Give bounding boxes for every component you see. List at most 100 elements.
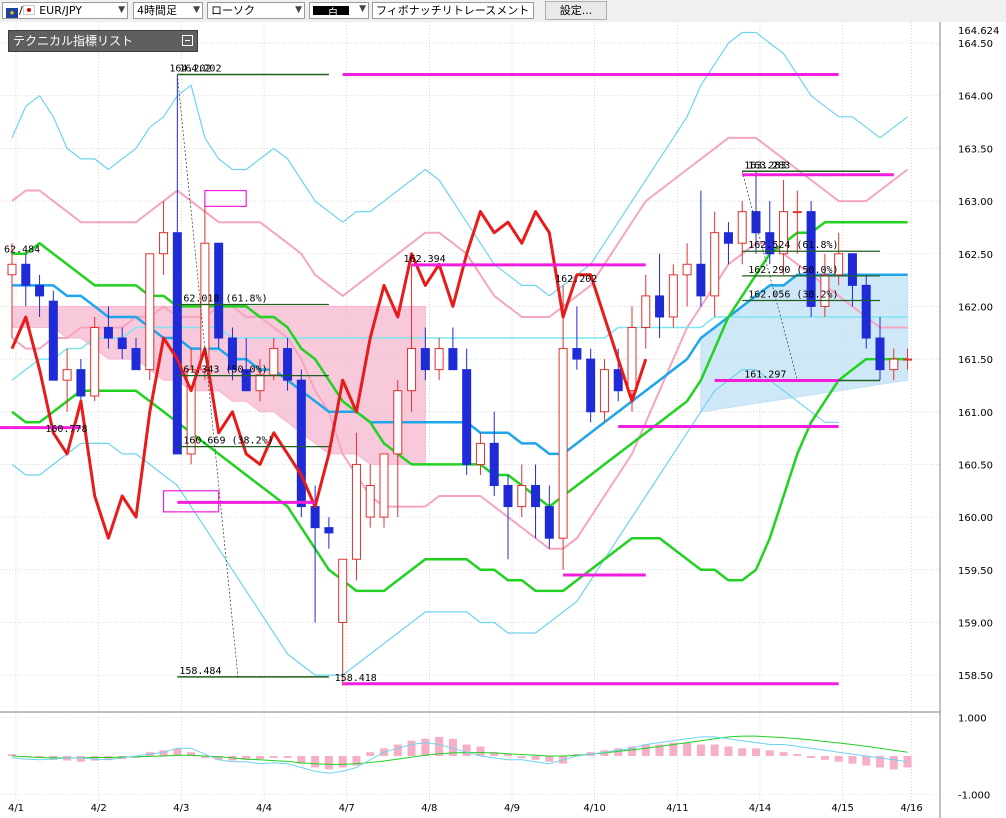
histogram-bar bbox=[848, 756, 857, 764]
fib-level-label: 162.290 (50.0%) bbox=[748, 265, 838, 276]
histogram-bar bbox=[683, 742, 692, 756]
candle-bear bbox=[296, 379, 306, 508]
jp-flag-icon bbox=[22, 5, 35, 15]
settings-button[interactable]: 設定... bbox=[545, 1, 607, 20]
candle-bear bbox=[723, 232, 733, 244]
x-tick-label: 4/10 bbox=[583, 803, 605, 814]
candle-bull bbox=[558, 348, 568, 539]
candle-bull bbox=[792, 211, 802, 214]
histogram-bar bbox=[476, 746, 485, 756]
candle-bull bbox=[379, 453, 389, 518]
y-tick-label: 161.00 bbox=[958, 408, 993, 419]
histogram-bar bbox=[76, 756, 85, 762]
current-price-label: 164.624 bbox=[958, 26, 999, 37]
candle-bull bbox=[903, 358, 913, 361]
histogram-bar bbox=[545, 756, 554, 762]
histogram-bar bbox=[517, 756, 526, 758]
histogram-bar bbox=[889, 756, 898, 770]
candle-bull bbox=[627, 326, 637, 392]
candle-bear bbox=[324, 527, 334, 534]
chevron-down-icon: ▼ bbox=[359, 4, 366, 14]
histogram-bar bbox=[820, 756, 829, 760]
candle-bear bbox=[448, 348, 458, 371]
candle-bull bbox=[407, 348, 417, 392]
price-annotation: 164.202 bbox=[169, 63, 211, 74]
y-tick-label: 163.50 bbox=[958, 144, 993, 155]
candle-bear bbox=[172, 232, 182, 455]
candle-bull bbox=[351, 463, 361, 560]
candle-bull bbox=[159, 232, 169, 255]
price-chart[interactable]: 164.50 164.00 163.50 163.00 162.50 162.00 161.… bbox=[0, 22, 1006, 818]
toolbar: ★ / EUR/JPY ▼ 4時間足 ▼ ローソク ▼ 白 ▼ フィボナッチリトレ… bbox=[0, 0, 1006, 23]
candle-bull bbox=[269, 348, 279, 376]
candle-bear bbox=[462, 369, 472, 465]
price-annotation: 62.484 bbox=[4, 244, 40, 255]
symbol-select[interactable]: ★ / EUR/JPY ▼ bbox=[2, 2, 128, 19]
fib-level-label: 61.343 (50.0%) bbox=[183, 365, 267, 376]
price-annotation: 163.283 bbox=[748, 160, 790, 171]
x-tick-label: 4/1 bbox=[8, 803, 24, 814]
histogram-bar bbox=[324, 756, 333, 770]
y-tick-label: 160.00 bbox=[958, 513, 993, 524]
candle-bull bbox=[145, 253, 155, 371]
line-color-label: 白 bbox=[328, 8, 338, 19]
candle-bull bbox=[599, 369, 609, 413]
histogram-bar bbox=[724, 746, 733, 756]
candle-bear bbox=[117, 337, 127, 350]
chart-style-select[interactable]: ローソク ▼ bbox=[207, 2, 305, 19]
candle-bear bbox=[35, 284, 45, 297]
candle-bull bbox=[90, 326, 100, 397]
x-tick-label: 4/2 bbox=[91, 803, 107, 814]
drawing-tool-value: フィボナッチリトレースメント bbox=[376, 4, 530, 17]
candle-bear bbox=[48, 300, 58, 381]
candle-bull bbox=[7, 263, 17, 276]
indicator-list-panel[interactable]: テクニカル指標リスト bbox=[8, 30, 198, 52]
histogram-bar bbox=[256, 756, 264, 760]
candle-bull bbox=[710, 232, 720, 297]
candle-bear bbox=[489, 442, 499, 487]
minimize-icon[interactable] bbox=[182, 35, 193, 46]
x-tick-label: 4/8 bbox=[421, 803, 437, 814]
subpanel-y-tick-label: -1.000 bbox=[958, 790, 990, 801]
histogram-bar bbox=[366, 752, 375, 756]
candle-bear bbox=[875, 337, 885, 371]
fib-level-label: 62.018 (61.8%) bbox=[183, 294, 267, 305]
histogram-bar bbox=[407, 740, 416, 756]
timeframe-select[interactable]: 4時間足 ▼ bbox=[133, 2, 203, 19]
candle-bear bbox=[503, 485, 513, 508]
x-tick-label: 4/14 bbox=[749, 803, 771, 814]
candle-bull bbox=[517, 485, 527, 508]
y-tick-label: 163.00 bbox=[958, 197, 993, 208]
histogram-bar bbox=[862, 756, 871, 766]
candle-bear bbox=[861, 284, 871, 339]
line-color-select[interactable]: 白 ▼ bbox=[309, 2, 369, 19]
candle-bull bbox=[393, 390, 403, 455]
price-annotation: 160.778 bbox=[45, 424, 87, 435]
chart-canvas[interactable]: 164.50 164.00 163.50 163.00 162.50 162.00 161.… bbox=[0, 22, 1006, 818]
candle-bear bbox=[531, 485, 541, 508]
candle-bear bbox=[76, 369, 86, 397]
drawing-tool-select[interactable]: フィボナッチリトレースメント bbox=[372, 2, 534, 19]
candle-bear bbox=[420, 348, 430, 371]
x-tick-label: 4/9 bbox=[504, 803, 520, 814]
y-tick-label: 160.50 bbox=[958, 460, 993, 471]
indicator-list-title: テクニカル指標リスト bbox=[13, 34, 134, 48]
candle-bear bbox=[613, 369, 623, 392]
histogram-bar bbox=[641, 744, 650, 756]
histogram-bar bbox=[807, 756, 816, 758]
candle-bear bbox=[544, 506, 554, 539]
candle-bear bbox=[751, 211, 761, 234]
candle-bear bbox=[131, 348, 141, 371]
x-tick-label: 4/15 bbox=[831, 803, 853, 814]
x-tick-label: 4/11 bbox=[666, 803, 688, 814]
histogram-bar bbox=[90, 756, 99, 761]
y-tick-label: 164.50 bbox=[958, 39, 993, 50]
chevron-down-icon: ▼ bbox=[295, 5, 302, 15]
y-tick-label: 162.50 bbox=[958, 250, 993, 261]
chart-style-select-value: ローソク bbox=[211, 4, 255, 17]
candle-bear bbox=[847, 253, 857, 286]
histogram-bar bbox=[504, 754, 512, 756]
histogram-bar bbox=[421, 738, 430, 756]
candle-bear bbox=[310, 506, 320, 529]
chevron-down-icon: ▼ bbox=[193, 5, 200, 15]
